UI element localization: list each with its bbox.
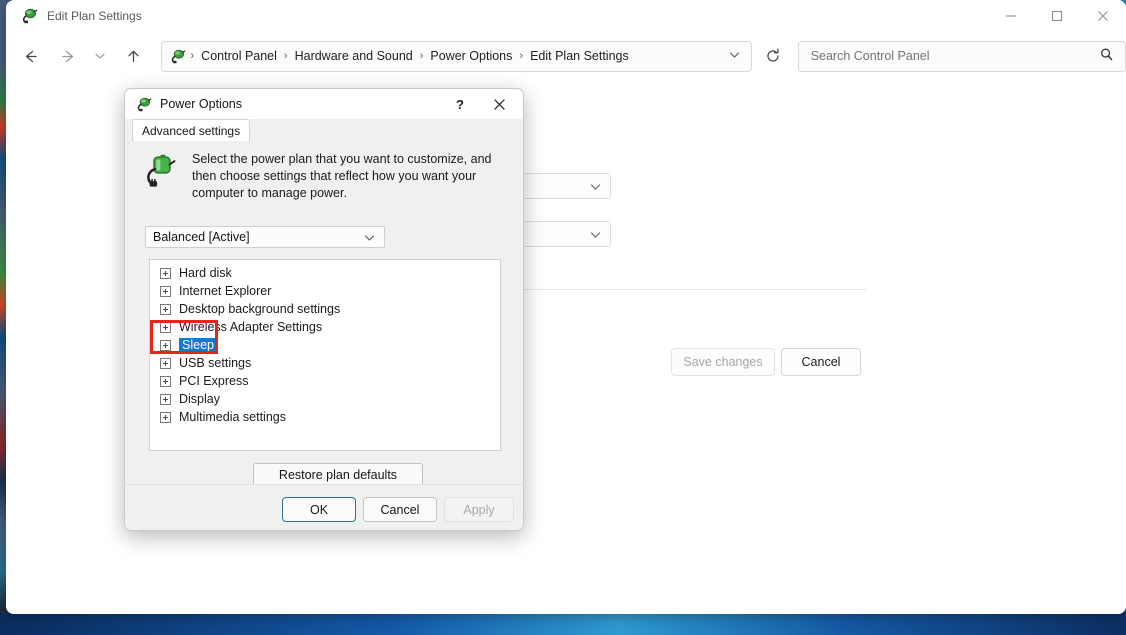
tree-item-label: Internet Explorer xyxy=(179,284,271,298)
tree-row[interactable]: Internet Explorer xyxy=(150,282,500,300)
chevron-down-icon xyxy=(363,231,376,247)
up-button[interactable] xyxy=(119,41,148,71)
save-changes-button[interactable]: Save changes xyxy=(671,348,775,376)
window-controls xyxy=(988,0,1126,31)
dialog-body: Select the power plan that you want to c… xyxy=(125,141,523,531)
maximize-button[interactable] xyxy=(1034,0,1080,31)
chevron-down-icon xyxy=(589,180,602,196)
breadcrumb-item-edit-plan-settings[interactable]: Edit Plan Settings xyxy=(528,49,631,63)
expand-plus-icon[interactable] xyxy=(160,268,171,279)
apply-button[interactable]: Apply xyxy=(444,497,514,522)
battery-plug-icon xyxy=(142,153,178,189)
expand-plus-icon[interactable] xyxy=(160,412,171,423)
dialog-footer: OK Cancel Apply xyxy=(125,484,523,530)
tree-row[interactable]: PCI Express xyxy=(150,372,500,390)
breadcrumb-separator: › xyxy=(284,50,288,62)
expand-plus-icon[interactable] xyxy=(160,376,171,387)
minimize-button[interactable] xyxy=(988,0,1034,31)
power-plug-icon xyxy=(20,7,38,25)
tree-row[interactable]: Multimedia settings xyxy=(150,408,500,426)
tree-item-label: USB settings xyxy=(179,356,251,370)
expand-plus-icon[interactable] xyxy=(160,286,171,297)
expand-plus-icon[interactable] xyxy=(160,322,171,333)
window-titlebar: Edit Plan Settings xyxy=(6,0,1126,31)
breadcrumb-separator: › xyxy=(191,50,195,62)
breadcrumb-item-hardware-and-sound[interactable]: Hardware and Sound xyxy=(293,49,415,63)
back-button[interactable] xyxy=(16,41,45,71)
search-box[interactable] xyxy=(798,41,1126,72)
expand-plus-icon[interactable] xyxy=(160,340,171,351)
tree-row[interactable]: Display xyxy=(150,390,500,408)
breadcrumb-separator: › xyxy=(519,50,523,62)
tree-row[interactable]: Wireless Adapter Settings xyxy=(150,318,500,336)
search-input[interactable] xyxy=(809,48,1099,64)
forward-button[interactable] xyxy=(54,41,83,71)
expand-plus-icon[interactable] xyxy=(160,358,171,369)
tab-advanced-settings[interactable]: Advanced settings xyxy=(132,119,250,141)
tree-row[interactable]: Hard disk xyxy=(150,264,500,282)
power-plug-icon xyxy=(135,96,152,113)
ok-button[interactable]: OK xyxy=(282,497,356,522)
advanced-settings-tree[interactable]: Hard disk Internet Explorer Desktop back… xyxy=(149,259,501,451)
close-button[interactable] xyxy=(1080,0,1126,31)
expand-plus-icon[interactable] xyxy=(160,304,171,315)
window-title: Edit Plan Settings xyxy=(47,9,142,23)
power-options-dialog: Power Options ? Advanced settings xyxy=(124,88,524,531)
help-button[interactable]: ? xyxy=(445,89,475,119)
dialog-titlebar: Power Options ? xyxy=(125,89,523,119)
dialog-description-text: Select the power plan that you want to c… xyxy=(192,151,507,202)
search-icon[interactable] xyxy=(1099,47,1114,65)
address-chevron-down-icon[interactable] xyxy=(728,48,751,64)
dialog-title: Power Options xyxy=(160,97,242,111)
power-plan-selected-value: Balanced [Active] xyxy=(153,230,250,244)
breadcrumb-separator: › xyxy=(420,50,424,62)
desktop-wallpaper-bottom-strip xyxy=(0,613,1126,635)
chevron-down-icon xyxy=(589,228,602,244)
power-plug-icon xyxy=(169,48,186,65)
breadcrumb-item-power-options[interactable]: Power Options xyxy=(428,49,514,63)
dialog-tabstrip: Advanced settings xyxy=(125,119,523,141)
dialog-description-row: Select the power plan that you want to c… xyxy=(142,151,510,202)
tree-item-label: PCI Express xyxy=(179,374,248,388)
tree-row[interactable]: USB settings xyxy=(150,354,500,372)
breadcrumb-item-control-panel[interactable]: Control Panel xyxy=(199,49,279,63)
tree-item-label: Desktop background settings xyxy=(179,302,340,316)
tree-row[interactable]: Desktop background settings xyxy=(150,300,500,318)
dialog-close-icon[interactable] xyxy=(479,89,519,119)
tree-item-label-sleep: Sleep xyxy=(179,338,217,352)
recent-locations-chevron-down-icon[interactable] xyxy=(90,41,111,71)
tree-row-sleep[interactable]: Sleep xyxy=(150,336,500,354)
navigation-bar: › Control Panel › Hardware and Sound › P… xyxy=(6,31,1126,81)
tree-item-label: Hard disk xyxy=(179,266,232,280)
tree-item-label: Wireless Adapter Settings xyxy=(179,320,322,334)
refresh-icon[interactable] xyxy=(760,42,787,70)
address-bar[interactable]: › Control Panel › Hardware and Sound › P… xyxy=(161,41,752,72)
expand-plus-icon[interactable] xyxy=(160,394,171,405)
power-plan-dropdown[interactable]: Balanced [Active] xyxy=(145,226,385,248)
tree-item-label: Multimedia settings xyxy=(179,410,286,424)
tree-item-label: Display xyxy=(179,392,220,406)
cancel-button[interactable]: Cancel xyxy=(363,497,437,522)
page-cancel-button[interactable]: Cancel xyxy=(781,348,861,376)
